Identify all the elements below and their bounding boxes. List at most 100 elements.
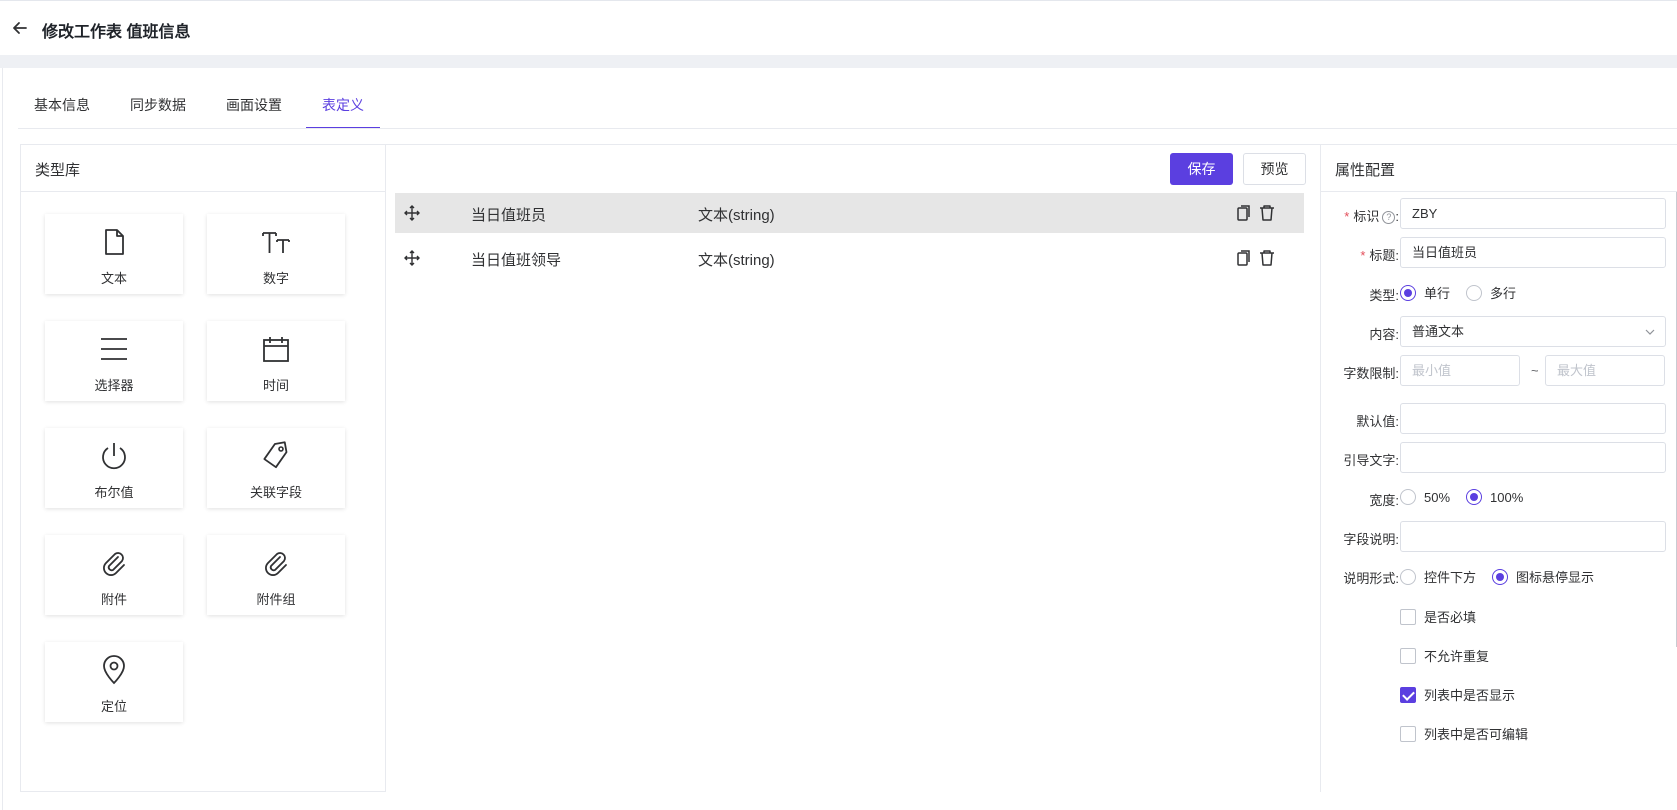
paperclip-icon: [103, 552, 125, 576]
width-label: 宽度:: [1369, 493, 1399, 508]
field-list-panel: 保存 预览 当日值班员 文本(string) 当日值班领导 文本(string): [386, 144, 1321, 792]
radio-below-control[interactable]: 控件下方: [1400, 567, 1476, 586]
desc-label: 字段说明:: [1343, 532, 1399, 547]
save-button[interactable]: 保存: [1170, 153, 1233, 185]
desc-form-radio-group: 控件下方 图标悬停显示: [1400, 567, 1610, 586]
paperclip-icon: [265, 552, 287, 576]
guide-input[interactable]: [1400, 442, 1666, 473]
document-icon: [105, 229, 124, 255]
trash-icon[interactable]: [1259, 204, 1275, 222]
tab-bar: 基本信息 同步数据 画面设置 表定义: [18, 94, 388, 129]
header-separator: [0, 55, 1677, 68]
tab-sync-data[interactable]: 同步数据: [114, 94, 202, 129]
arrow-left-icon[interactable]: [10, 18, 30, 38]
menu-lines-icon: [101, 338, 127, 360]
type-card-label: 时间: [262, 378, 289, 393]
field-name: 当日值班领导: [471, 252, 562, 269]
field-type: 文本(string): [698, 252, 775, 269]
limit-min-input[interactable]: 最小值: [1400, 355, 1520, 386]
checkbox-show-in-list[interactable]: 列表中是否显示: [1400, 685, 1515, 704]
checkbox-box: [1400, 686, 1416, 703]
checkbox-no-duplicate[interactable]: 不允许重复: [1400, 646, 1489, 665]
type-label: 类型:: [1369, 288, 1399, 303]
title-label: * 标题:: [1360, 248, 1399, 263]
limit-max-input[interactable]: 最大值: [1545, 355, 1665, 386]
type-card-boolean[interactable]: 布尔值: [45, 428, 183, 508]
tab-screen-settings[interactable]: 画面设置: [210, 94, 298, 129]
location-pin-icon: [103, 655, 125, 685]
id-label: * 标识?:: [1344, 209, 1399, 224]
type-card-attachment-group[interactable]: 附件组: [207, 535, 345, 615]
tab-basic-info[interactable]: 基本信息: [18, 94, 106, 129]
type-library-panel: 类型库 文本 数字 选择器 时间 布尔值 关联字段 附件 附件组 定位: [20, 144, 386, 792]
type-card-selector[interactable]: 选择器: [45, 321, 183, 401]
text-size-icon: [262, 232, 290, 253]
content-select[interactable]: 普通文本: [1400, 316, 1666, 347]
type-card-time[interactable]: 时间: [207, 321, 345, 401]
field-row[interactable]: 当日值班领导 文本(string): [395, 238, 1304, 278]
chevron-down-icon: [1645, 329, 1655, 335]
default-label: 默认值:: [1356, 414, 1399, 429]
type-card-label: 文本: [100, 271, 127, 286]
type-card-relation[interactable]: 关联字段: [207, 428, 345, 508]
tab-divider: [18, 128, 1677, 129]
radio-dot: [1466, 489, 1483, 505]
radio-multi-line[interactable]: 多行: [1466, 283, 1516, 302]
range-separator: ~: [1531, 363, 1539, 378]
tab-table-definition[interactable]: 表定义: [306, 94, 380, 129]
content-label: 内容:: [1369, 327, 1399, 342]
radio-single-line[interactable]: 单行: [1400, 283, 1450, 302]
preview-button[interactable]: 预览: [1243, 153, 1306, 185]
drag-handle-icon[interactable]: [403, 249, 421, 267]
type-card-label: 关联字段: [249, 485, 302, 500]
copy-icon[interactable]: [1236, 204, 1252, 222]
checkbox-box: [1400, 725, 1416, 742]
type-library-title: 类型库: [35, 162, 81, 179]
desc-input[interactable]: [1400, 521, 1666, 552]
radio-dot: [1400, 489, 1416, 505]
property-config-title: 属性配置: [1335, 162, 1396, 179]
copy-icon[interactable]: [1236, 249, 1252, 267]
checkbox-box: [1400, 608, 1416, 625]
tag-icon: [263, 441, 288, 469]
field-name: 当日值班员: [471, 207, 547, 224]
type-card-label: 布尔值: [94, 485, 134, 500]
radio-dot: [1492, 568, 1509, 585]
drag-handle-icon[interactable]: [403, 204, 421, 222]
type-card-text[interactable]: 文本: [45, 214, 183, 294]
required-mark: *: [1360, 248, 1366, 263]
radio-width-100[interactable]: 100%: [1466, 489, 1523, 505]
checkbox-editable-in-list[interactable]: 列表中是否可编辑: [1400, 724, 1528, 743]
radio-dot: [1400, 568, 1416, 585]
desc-form-label: 说明形式:: [1343, 571, 1399, 586]
help-icon[interactable]: ?: [1382, 211, 1396, 224]
type-card-attachment[interactable]: 附件: [45, 535, 183, 615]
id-input[interactable]: ZBY: [1400, 198, 1666, 229]
radio-hover-icon[interactable]: 图标悬停显示: [1492, 567, 1594, 586]
type-card-number[interactable]: 数字: [207, 214, 345, 294]
type-card-label: 附件: [100, 592, 127, 607]
property-config-panel: 属性配置 * 标识?: ZBY * 标题: 当日值班员 类型: 单行 多行 内容: …: [1321, 144, 1677, 792]
checkbox-required[interactable]: 是否必填: [1400, 607, 1476, 626]
trash-icon[interactable]: [1259, 249, 1275, 267]
divider: [1321, 191, 1677, 192]
type-card-label: 附件组: [256, 592, 296, 607]
title-input[interactable]: 当日值班员: [1400, 237, 1666, 268]
type-card-location[interactable]: 定位: [45, 642, 183, 722]
calendar-icon: [263, 337, 289, 362]
default-input[interactable]: [1400, 403, 1666, 434]
top-bar: 修改工作表 值班信息: [0, 0, 1677, 55]
divider: [21, 191, 385, 192]
field-row[interactable]: 当日值班员 文本(string): [395, 193, 1304, 233]
guide-label: 引导文字:: [1343, 453, 1399, 468]
page-title: 修改工作表 值班信息: [42, 24, 191, 41]
content-select-value: 普通文本: [1412, 324, 1465, 339]
radio-width-50[interactable]: 50%: [1400, 489, 1450, 505]
required-mark: *: [1344, 209, 1350, 224]
width-radio-group: 50% 100%: [1400, 489, 1539, 505]
field-type: 文本(string): [698, 207, 775, 224]
checkbox-box: [1400, 647, 1416, 664]
type-card-label: 选择器: [94, 378, 134, 393]
radio-dot: [1466, 284, 1483, 301]
type-radio-group: 单行 多行: [1400, 283, 1532, 302]
